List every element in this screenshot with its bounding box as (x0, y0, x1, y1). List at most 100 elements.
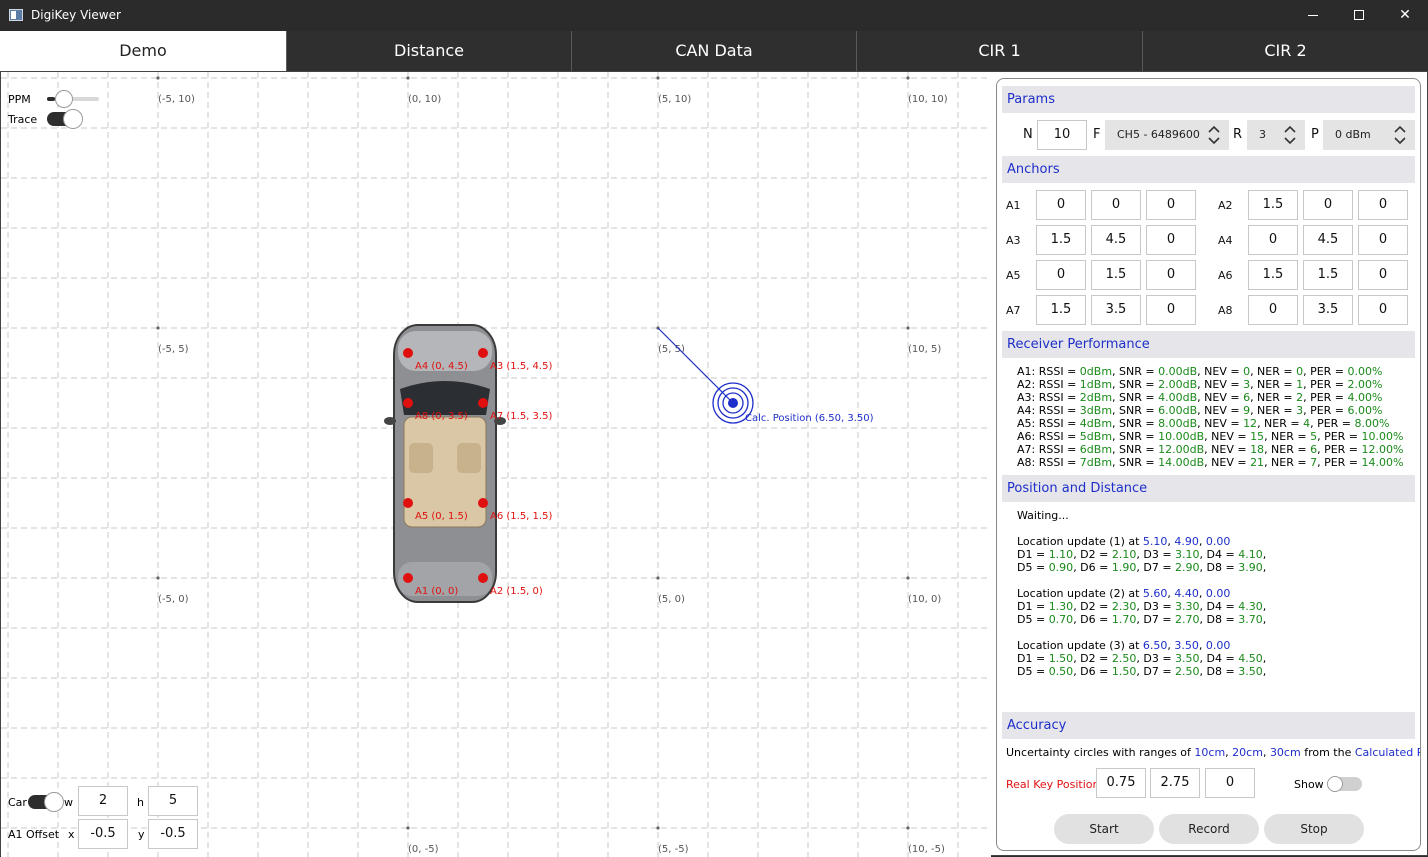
anchor-coordinate-input[interactable]: 1.5 (1303, 260, 1353, 290)
position-value: 5.10 (1142, 535, 1168, 548)
anchor-coordinate-input[interactable]: 3.5 (1091, 295, 1141, 325)
anchor-name-label: A2 (1218, 199, 1233, 212)
car-toggle[interactable] (28, 792, 64, 812)
anchor-coordinate-input[interactable]: 1.5 (1036, 225, 1086, 255)
receiver-line: A7: RSSI = 6dBm, SNR = 12.00dB, NEV = 18… (1017, 443, 1403, 456)
car-seat (457, 443, 481, 473)
maximize-button[interactable] (1336, 0, 1382, 31)
show-toggle[interactable] (1327, 776, 1362, 792)
app-icon (9, 9, 23, 21)
real-key-position-label: Real Key Position (1006, 778, 1100, 791)
anchor-coordinate-input[interactable]: 0 (1248, 295, 1298, 325)
receiver-text: A4: RSSI = (1017, 404, 1080, 417)
anchor-coordinate-input[interactable]: 0 (1146, 190, 1196, 220)
anchor-label: A3 (1.5, 4.5) (490, 361, 552, 372)
anchor-coordinate-input[interactable]: 0 (1248, 225, 1298, 255)
plot-canvas: (-5, 10) (0, 10) (5, 10) (10, 10) (-5, 5) (0,… (1, 72, 991, 857)
anchor-coordinate-input[interactable]: 0 (1146, 225, 1196, 255)
anchor-coordinate-input[interactable]: 1.5 (1091, 260, 1141, 290)
position-value: 2.70 (1175, 613, 1200, 626)
receiver-text: , SNR = (1112, 378, 1159, 391)
real-key-x-input[interactable]: 0.75 (1096, 768, 1146, 798)
anchor-coordinate-input[interactable]: 4.5 (1091, 225, 1141, 255)
position-text: , D4 = (1199, 600, 1239, 613)
anchor-coordinate-input[interactable]: 3.5 (1303, 295, 1353, 325)
anchor-coordinate-input[interactable]: 0 (1358, 225, 1408, 255)
chevron-updown-icon (1394, 125, 1406, 145)
anchor-name-label: A6 (1218, 269, 1233, 282)
r-spinbox[interactable]: 3 (1247, 120, 1305, 150)
position-value: 4.90 (1174, 535, 1199, 548)
anchor-coordinate-input[interactable]: 0 (1358, 190, 1408, 220)
minimize-button[interactable] (1290, 0, 1336, 31)
receiver-text: , NEV = (1204, 430, 1251, 443)
real-key-y-input[interactable]: 2.75 (1150, 768, 1200, 798)
receiver-text: , NEV = (1197, 417, 1244, 430)
position-value: 0.00 (1205, 639, 1231, 652)
receiver-value: 4dBm (1079, 417, 1113, 430)
start-button[interactable]: Start (1054, 814, 1154, 844)
receiver-text: A5: RSSI = (1017, 417, 1080, 430)
n-input[interactable]: 10 (1037, 120, 1087, 150)
position-value: 0.90 (1048, 561, 1074, 574)
trace-toggle[interactable] (47, 109, 83, 129)
tab-cir-1[interactable]: CIR 1 (856, 31, 1142, 71)
receiver-text: , SNR = (1112, 391, 1159, 404)
trace-line (657, 327, 734, 404)
position-plot[interactable]: (-5, 10) (0, 10) (5, 10) (10, 10) (-5, 5) (0,… (1, 72, 991, 857)
position-text: , (1262, 665, 1267, 678)
receiver-value: 12 (1243, 417, 1258, 430)
receiver-line: A5: RSSI = 4dBm, SNR = 8.00dB, NEV = 12,… (1017, 417, 1389, 430)
car-width-input[interactable]: 2 (78, 786, 128, 816)
anchor-marker (403, 498, 413, 508)
tab-demo[interactable]: Demo (0, 31, 286, 71)
anchor-coordinate-input[interactable]: 1.5 (1248, 260, 1298, 290)
maximize-icon (1354, 10, 1364, 20)
tab-cir-2[interactable]: CIR 2 (1142, 31, 1428, 71)
receiver-text: , SNR = (1112, 365, 1159, 378)
receiver-value: 6 (1243, 391, 1251, 404)
ppm-slider-handle[interactable] (54, 90, 73, 108)
grid-coordinate-label: (5, -5) (658, 844, 689, 855)
tab-distance[interactable]: Distance (286, 31, 571, 71)
tab-can-data[interactable]: CAN Data (571, 31, 856, 71)
grid-point (656, 576, 660, 580)
show-label: Show (1294, 778, 1324, 791)
frequency-value: CH5 - 6489600 (1117, 128, 1200, 141)
anchor-coordinate-input[interactable]: 1.5 (1036, 295, 1086, 325)
position-value: 1.70 (1111, 613, 1137, 626)
offset-y-input[interactable]: -0.5 (148, 819, 198, 849)
receiver-value: 12.00% (1361, 443, 1404, 456)
position-text: , D4 = (1199, 548, 1239, 561)
car-height-input[interactable]: 5 (148, 786, 198, 816)
offset-x-input[interactable]: -0.5 (78, 819, 128, 849)
power-select[interactable]: 0 dBm (1323, 120, 1415, 150)
anchor-coordinate-input[interactable]: 1.5 (1248, 190, 1298, 220)
anchor-coordinate-input[interactable]: 0 (1146, 295, 1196, 325)
anchor-coordinate-input[interactable]: 0 (1146, 260, 1196, 290)
receiver-text: , NEV = (1197, 365, 1244, 378)
receiver-text: , NEV = (1197, 378, 1244, 391)
record-button[interactable]: Record (1159, 814, 1259, 844)
trace-toggle-knob (63, 109, 83, 129)
anchor-coordinate-input[interactable]: 0 (1091, 190, 1141, 220)
close-button[interactable]: ✕ (1382, 0, 1428, 31)
receiver-text: , PER = (1303, 391, 1348, 404)
anchor-coordinate-input[interactable]: 0 (1036, 260, 1086, 290)
anchor-marker (403, 398, 413, 408)
anchor-coordinate-input[interactable]: 0 (1358, 295, 1408, 325)
stop-button[interactable]: Stop (1264, 814, 1364, 844)
position-text: D5 = (1017, 561, 1049, 574)
grid-coordinate-label: (5, 10) (658, 94, 691, 105)
anchor-coordinate-input[interactable]: 0 (1358, 260, 1408, 290)
anchor-coordinate-input[interactable]: 0 (1036, 190, 1086, 220)
frequency-select[interactable]: CH5 - 6489600 (1105, 120, 1229, 150)
anchor-coordinate-input[interactable]: 0 (1303, 190, 1353, 220)
position-text: , D7 = (1136, 613, 1176, 626)
anchor-coordinate-input[interactable]: 4.5 (1303, 225, 1353, 255)
position-value: 1.30 (1048, 600, 1074, 613)
position-value: 2.30 (1111, 600, 1137, 613)
real-key-z-input[interactable]: 0 (1205, 768, 1255, 798)
position-value: 2.50 (1175, 665, 1200, 678)
grid-coordinate-label: (10, 10) (908, 94, 948, 105)
